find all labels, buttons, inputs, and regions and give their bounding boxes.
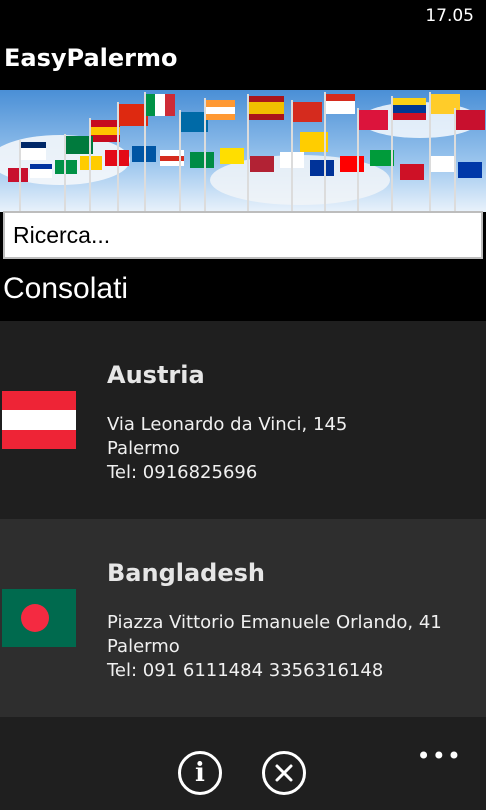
address-city: Palermo (107, 438, 180, 459)
flags-banner-image (0, 90, 486, 212)
app-title: EasyPalermo (4, 44, 178, 72)
search-input[interactable] (5, 213, 481, 257)
more-dots-icon[interactable]: ••• (417, 742, 462, 770)
address-street: Piazza Vittorio Emanuele Orlando, 41 (107, 612, 442, 633)
info-icon: i (195, 758, 205, 788)
info-button[interactable]: i (178, 751, 222, 795)
country-name: Bangladesh (107, 559, 266, 587)
address-street: Via Leonardo da Vinci, 145 (107, 414, 348, 435)
consulates-list: Austria Via Leonardo da Vinci, 145 Paler… (0, 321, 486, 741)
status-time: 17.05 (425, 6, 474, 26)
address-city: Palermo (107, 636, 180, 657)
bangladesh-flag-icon (2, 589, 76, 647)
close-button[interactable] (262, 751, 306, 795)
country-name: Austria (107, 361, 205, 389)
consulate-address: Via Leonardo da Vinci, 145 Palermo Tel: … (107, 413, 347, 485)
consulate-address: Piazza Vittorio Emanuele Orlando, 41 Pal… (107, 611, 442, 683)
austria-flag-icon (2, 391, 76, 449)
search-box[interactable] (3, 211, 483, 259)
status-bar: 17.05 (0, 0, 486, 34)
close-icon (275, 764, 293, 782)
app-bar: i ••• (0, 738, 486, 810)
section-title: Consolati (3, 272, 129, 305)
list-item[interactable]: Bangladesh Piazza Vittorio Emanuele Orla… (0, 519, 486, 717)
list-item[interactable]: Austria Via Leonardo da Vinci, 145 Paler… (0, 321, 486, 519)
phone-number: Tel: 091 6111484 3356316148 (107, 660, 384, 681)
phone-number: Tel: 0916825696 (107, 462, 258, 483)
